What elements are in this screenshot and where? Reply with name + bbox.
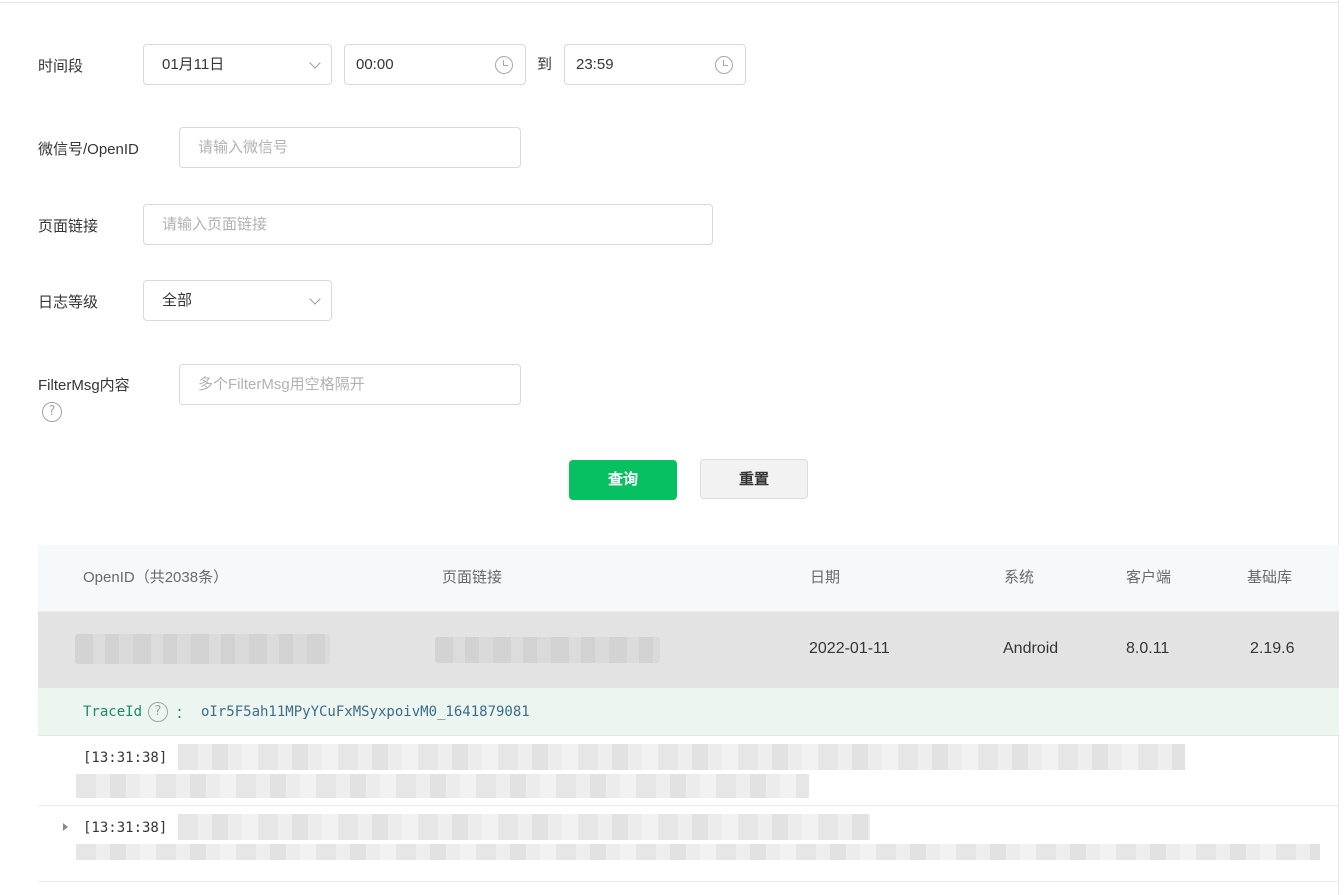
row-date: 2022-01-11 (809, 640, 890, 657)
page-link-label: 页面链接 (38, 218, 99, 235)
start-time-value: 00:00 (356, 56, 394, 73)
row-system: Android (1003, 640, 1059, 657)
end-time-value: 23:59 (576, 56, 614, 73)
end-time-picker[interactable]: 23:59 (564, 44, 746, 85)
log-entry[interactable]: [13:31:38] (38, 736, 1339, 806)
table-header: OpenID（共2038条） 页面链接 日期 系统 客户端 基础库 (38, 545, 1339, 612)
question-circle-icon[interactable]: ? (148, 702, 168, 722)
log-entry[interactable]: [13:31:38] (38, 806, 1339, 882)
trace-id-key: TraceId (83, 704, 143, 720)
page-link-redacted (435, 637, 660, 663)
log-message-redacted (178, 814, 870, 840)
reset-button[interactable]: 重置 (700, 459, 808, 499)
page-link-input[interactable] (144, 205, 656, 244)
col-openid: OpenID（共2038条） (83, 569, 229, 586)
page-link-field (143, 204, 713, 245)
log-message-redacted (76, 774, 809, 798)
question-circle-icon[interactable]: ? (42, 402, 62, 422)
col-base-lib: 基础库 (1247, 569, 1293, 586)
top-border (0, 2, 1338, 3)
openid-redacted (75, 634, 330, 664)
log-level-value: 全部 (162, 292, 193, 309)
date-select-value: 01月11日 (162, 56, 225, 73)
trace-id-bar: TraceId ? ： oIr5F5ah11MPyYCuFxMSyxpoivM0… (38, 688, 1339, 736)
log-time: [13:31:38] (83, 750, 168, 766)
wechat-id-input[interactable] (180, 128, 486, 167)
col-date: 日期 (810, 569, 841, 586)
filter-msg-input[interactable] (180, 365, 486, 404)
filter-msg-field (179, 364, 521, 405)
chevron-down-icon (309, 293, 321, 305)
col-system: 系统 (1004, 569, 1035, 586)
query-button[interactable]: 查询 (569, 460, 677, 500)
log-level-select[interactable]: 全部 (143, 280, 332, 321)
trace-id-value: oIr5F5ah11MPyYCuFxMSyxpoivM0_1641879081 (201, 704, 530, 720)
row-base-lib: 2.19.6 (1250, 640, 1295, 657)
row-client: 8.0.11 (1126, 640, 1170, 657)
col-client: 客户端 (1126, 569, 1172, 586)
date-select[interactable]: 01月11日 (143, 44, 332, 85)
table-row[interactable]: 2022-01-11 Android 8.0.11 2.19.6 (38, 612, 1339, 688)
wechat-id-label: 微信号/OpenID (38, 141, 139, 158)
clock-icon (715, 56, 733, 74)
filter-msg-label: FilterMsg内容 (38, 377, 130, 394)
time-range-label: 时间段 (38, 58, 84, 75)
col-page-link: 页面链接 (442, 569, 503, 586)
caret-right-icon[interactable] (63, 823, 68, 831)
log-level-label: 日志等级 (38, 294, 99, 311)
start-time-picker[interactable]: 00:00 (344, 44, 526, 85)
log-message-redacted (76, 844, 1320, 860)
log-message-redacted (178, 744, 1185, 770)
clock-icon (495, 56, 513, 74)
wechat-id-field (179, 127, 521, 168)
chevron-down-icon (309, 57, 321, 69)
trace-id-colon: ： (176, 705, 190, 721)
log-time: [13:31:38] (83, 820, 168, 836)
time-separator: 到 (537, 56, 553, 73)
